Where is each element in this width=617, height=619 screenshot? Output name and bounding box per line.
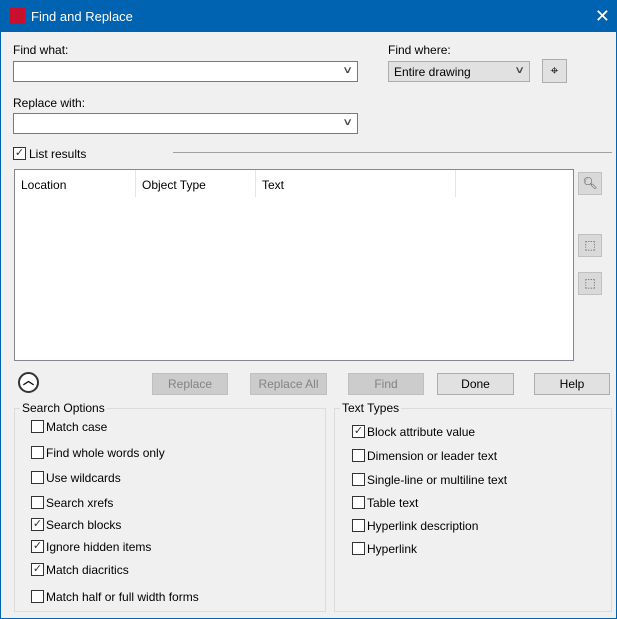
title-bar: Find and Replace ✕ [1,1,617,32]
zoom-to-highlighted-button[interactable]: 🔍︎ [578,172,602,195]
search-option-label: Use wildcards [46,471,121,485]
text-types-title: Text Types [340,401,402,415]
search-option-label: Match case [46,420,108,434]
find-where-value: Entire drawing [394,65,471,79]
autocad-logo-icon [9,8,25,24]
search-option-label: Match diacritics [46,563,129,577]
list-results-checkbox[interactable]: ✓ [13,147,26,160]
search-option-checkbox[interactable] [31,590,44,603]
divider [173,152,612,153]
replace-all-button[interactable]: Replace All [250,373,327,395]
column-header-object-type[interactable]: Object Type [136,170,256,197]
search-option-label: Search xrefs [46,496,114,510]
search-options-group [14,408,326,612]
chevron-down-icon[interactable]: ∨ [514,65,525,76]
zoom-magnifier-icon: 🔍︎ [582,176,598,190]
search-option-checkbox[interactable]: ✓ [31,518,44,531]
chevron-down-icon[interactable]: ∨ [342,117,353,128]
text-type-label: Single-line or multiline text [367,473,508,487]
create-selection-set-all-button[interactable]: ⬚ [578,234,602,257]
selection-set-icon: ⬚ [584,238,596,252]
text-type-checkbox[interactable]: ✓ [352,425,365,438]
done-button[interactable]: Done [437,373,514,395]
replace-button[interactable]: Replace [152,373,228,395]
crosshair-icon: ⌖ [550,62,559,78]
search-option-label: Match half or full width forms [46,590,199,604]
column-header-empty [456,170,573,197]
close-icon[interactable]: ✕ [595,6,610,26]
search-option-label: Search blocks [46,518,122,532]
text-type-label: Dimension or leader text [367,449,498,463]
search-option-label: Find whole words only [46,446,165,460]
search-option-checkbox[interactable] [31,471,44,484]
find-where-label: Find where: [388,43,451,57]
text-type-label: Hyperlink description [367,519,479,533]
list-results-label: List results [29,147,87,161]
text-type-checkbox[interactable] [352,542,365,555]
search-option-label: Ignore hidden items [46,540,152,554]
find-where-select[interactable]: Entire drawing ∨ [388,61,530,82]
find-what-label: Find what: [13,43,69,57]
text-type-label: Table text [367,496,419,510]
chevron-down-icon[interactable]: ∨ [342,65,353,76]
replace-with-input[interactable]: ∨ [13,113,358,134]
search-options-title: Search Options [20,401,107,415]
dialog-title: Find and Replace [31,9,133,24]
results-list[interactable]: Location Object Type Text [14,169,574,361]
text-type-checkbox[interactable] [352,496,365,509]
text-type-checkbox[interactable] [352,449,365,462]
replace-with-label: Replace with: [13,96,86,110]
select-objects-button[interactable]: ⌖ [542,59,567,83]
search-option-checkbox[interactable] [31,496,44,509]
search-option-checkbox[interactable] [31,420,44,433]
text-type-checkbox[interactable] [352,519,365,532]
chevron-up-icon: ︿ [23,375,34,387]
search-option-checkbox[interactable] [31,446,44,459]
column-header-text[interactable]: Text [256,170,456,197]
selection-set-highlighted-icon: ⬚ [584,276,596,290]
collapse-options-button[interactable]: ︿ [18,372,39,393]
find-what-input[interactable]: ∨ [13,61,358,82]
text-type-label: Block attribute value [367,425,476,439]
search-option-checkbox[interactable]: ✓ [31,540,44,553]
text-type-checkbox[interactable] [352,473,365,486]
column-header-location[interactable]: Location [15,170,136,197]
create-selection-set-highlighted-button[interactable]: ⬚ [578,272,602,295]
find-button[interactable]: Find [348,373,424,395]
search-option-checkbox[interactable]: ✓ [31,563,44,576]
help-button[interactable]: Help [534,373,610,395]
find-replace-dialog: Find and Replace ✕ Find what: ∨ Find whe… [0,0,617,619]
text-type-label: Hyperlink [367,542,418,556]
